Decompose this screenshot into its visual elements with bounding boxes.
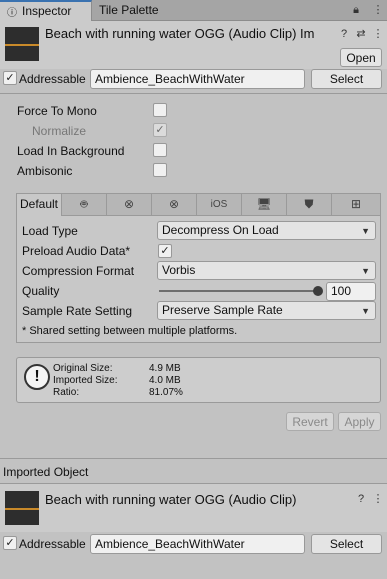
addressable-label: Addressable xyxy=(19,537,86,551)
force-to-mono-label: Force To Mono xyxy=(17,104,97,118)
sample-rate-value: Preserve Sample Rate xyxy=(162,303,283,317)
quality-slider-track[interactable] xyxy=(159,290,319,292)
imported-object-heading: Imported Object xyxy=(3,465,89,479)
ambisonic-label: Ambisonic xyxy=(17,164,73,178)
chevron-down-icon: ▼ xyxy=(361,306,370,316)
tab-underline xyxy=(62,215,380,216)
chevron-down-icon: ▼ xyxy=(361,226,370,236)
shared-setting-note: * Shared setting between multiple platfo… xyxy=(22,325,238,337)
preload-label: Preload Audio Data* xyxy=(22,244,131,258)
windows-icon: ⊞ xyxy=(350,197,362,211)
revert-button[interactable]: Revert xyxy=(286,412,334,431)
load-in-background-label: Load In Background xyxy=(17,144,125,158)
info-icon: ! xyxy=(24,364,50,390)
compression-format-dropdown[interactable]: Vorbis ▼ xyxy=(157,261,376,280)
chevron-down-icon: ▼ xyxy=(361,266,370,276)
sample-rate-label: Sample Rate Setting xyxy=(22,304,133,318)
imported-size-value: 4.0 MB xyxy=(149,375,181,386)
ratio-label: Ratio: xyxy=(53,387,80,398)
monitor-icon: 🖥︎ xyxy=(256,197,272,211)
divider xyxy=(0,93,387,94)
asset-title: Beach with running water OGG (Audio Clip… xyxy=(45,26,315,41)
platform-tab-default-label: Default xyxy=(19,197,59,211)
kebab-menu-icon[interactable]: ⋮ xyxy=(371,27,385,41)
platform-tab-xbox[interactable]: ⊗ xyxy=(107,194,152,216)
addressable-label: Addressable xyxy=(19,72,86,86)
html5-icon: ⛊ xyxy=(304,197,314,211)
platform-tab-android[interactable]: 🤖︎ xyxy=(62,194,107,216)
imported-size-label: Imported Size: xyxy=(53,375,118,386)
load-type-dropdown[interactable]: Decompress On Load ▼ xyxy=(157,221,376,240)
tab-tile-palette[interactable]: Tile Palette xyxy=(99,0,179,21)
normalize-checkbox: ✓ xyxy=(153,123,167,137)
quality-label: Quality xyxy=(22,284,60,298)
address-field[interactable]: Ambience_BeachWithWater xyxy=(90,69,305,89)
addressable-checkbox[interactable]: ✓ xyxy=(3,71,17,85)
audio-clip-thumbnail xyxy=(5,27,39,61)
tab-inspector[interactable]: ⓘ Inspector xyxy=(0,0,92,21)
apply-button[interactable]: Apply xyxy=(338,412,381,431)
xbox-icon: ⊗ xyxy=(123,197,135,211)
platform-tab-ios-label: iOS xyxy=(210,199,228,210)
preload-checkbox[interactable]: ✓ xyxy=(158,244,172,258)
audio-clip-thumbnail xyxy=(5,491,39,525)
help-icon[interactable]: ? xyxy=(337,27,351,41)
quality-slider-handle[interactable] xyxy=(313,286,323,296)
tab-bar: ⓘ Inspector Tile Palette 🔒︎ ⋮ xyxy=(0,0,387,21)
help-icon[interactable]: ? xyxy=(354,492,368,506)
open-button[interactable]: Open xyxy=(340,48,382,67)
original-size-value: 4.9 MB xyxy=(149,363,181,374)
load-type-value: Decompress On Load xyxy=(162,223,279,237)
quality-field[interactable]: 100 xyxy=(326,282,376,301)
platform-tab-default[interactable]: Default xyxy=(17,194,62,216)
tab-inspector-label: Inspector xyxy=(22,4,72,18)
select-button[interactable]: Select xyxy=(311,69,382,89)
divider xyxy=(0,458,387,459)
load-type-label: Load Type xyxy=(22,224,78,238)
load-in-background-checkbox[interactable] xyxy=(153,143,167,157)
platform-tab-webgl[interactable]: ⛊ xyxy=(287,194,332,216)
kebab-menu-icon[interactable]: ⋮ xyxy=(371,3,385,17)
android-icon: 🤖︎ xyxy=(80,197,88,211)
original-size-label: Original Size: xyxy=(53,363,113,374)
kebab-menu-icon[interactable]: ⋮ xyxy=(371,492,385,506)
xbox-icon: ⊗ xyxy=(168,197,180,211)
select-button[interactable]: Select xyxy=(311,534,382,554)
ambisonic-checkbox[interactable] xyxy=(153,163,167,177)
presets-icon[interactable]: ⇄ xyxy=(354,27,368,41)
sample-rate-dropdown[interactable]: Preserve Sample Rate ▼ xyxy=(157,301,376,320)
platform-tab-ios[interactable]: iOS xyxy=(197,194,242,216)
platform-tab-xbox-series[interactable]: ⊗ xyxy=(152,194,197,216)
imported-object-title: Beach with running water OGG (Audio Clip… xyxy=(45,492,297,507)
force-to-mono-checkbox[interactable] xyxy=(153,103,167,117)
ratio-value: 81.07% xyxy=(149,387,183,398)
address-field[interactable]: Ambience_BeachWithWater xyxy=(90,534,305,554)
platform-tab-windows[interactable]: ⊞ xyxy=(332,194,380,216)
platform-tab-standalone[interactable]: 🖥︎ xyxy=(242,194,287,216)
compression-format-value: Vorbis xyxy=(162,263,196,277)
normalize-label: Normalize xyxy=(32,124,87,138)
tab-tile-palette-label: Tile Palette xyxy=(99,3,159,17)
lock-icon[interactable]: 🔒︎ xyxy=(349,3,363,17)
addressable-checkbox[interactable]: ✓ xyxy=(3,536,17,550)
compression-format-label: Compression Format xyxy=(22,264,135,278)
